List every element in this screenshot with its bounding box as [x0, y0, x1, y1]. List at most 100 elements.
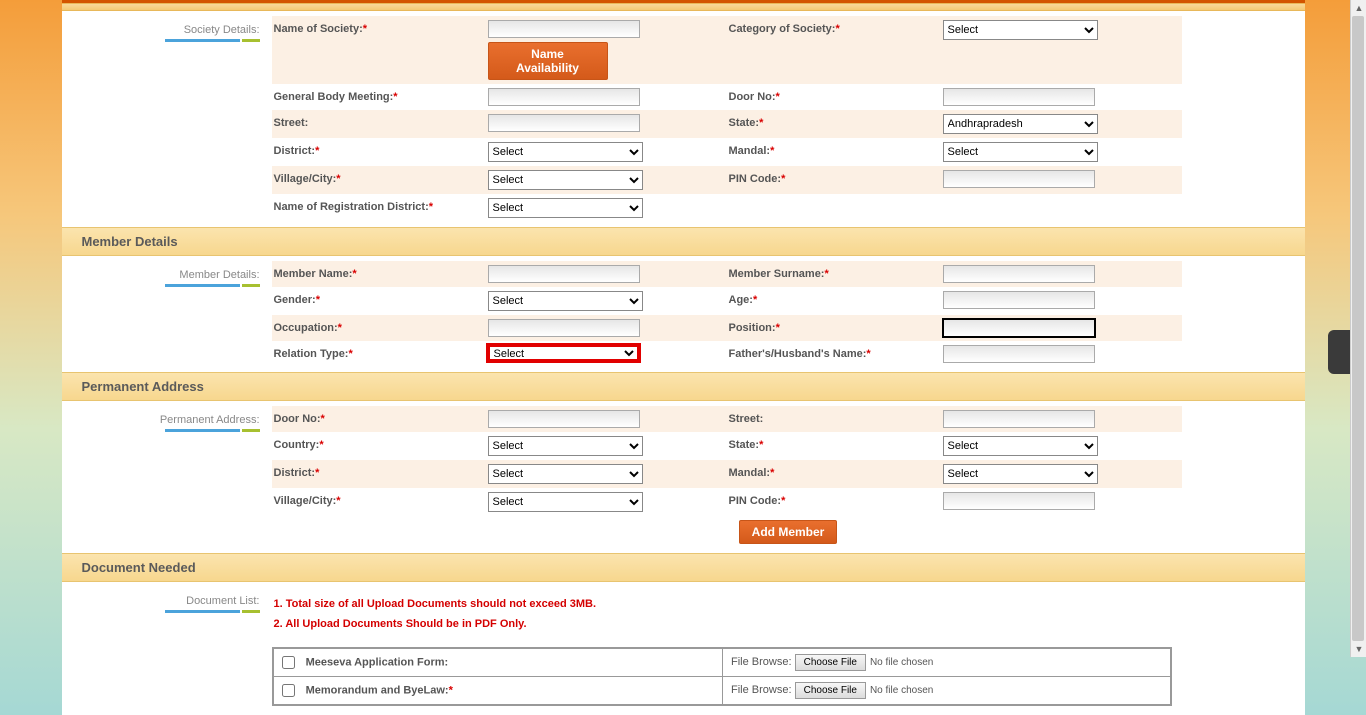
age-label: Age:*: [727, 287, 937, 315]
doc-row-2: Memorandum and ByeLaw:* File Browse: Cho…: [273, 676, 1171, 705]
content-area: Society Details: Name of Society:* Name …: [62, 3, 1305, 715]
street-input[interactable]: [488, 114, 640, 132]
doc-row-1: Meeseva Application Form: File Browse: C…: [273, 648, 1171, 677]
doc-label-meeseva: Meeseva Application Form:: [306, 656, 449, 668]
permanent-address-side-label: Permanent Address:: [62, 406, 272, 548]
village-city-select[interactable]: Select: [488, 170, 643, 190]
mandal-select[interactable]: Select: [943, 142, 1098, 162]
member-details-header: Member Details: [62, 227, 1305, 256]
gender-label: Gender:*: [272, 287, 482, 315]
scroll-down-arrow-icon[interactable]: ▼: [1351, 641, 1366, 657]
file-browse-label-1: File Browse:: [731, 656, 792, 668]
general-body-meeting-input[interactable]: [488, 88, 640, 106]
document-list-side-label: Document List:: [62, 587, 272, 710]
pa-pin-code-label: PIN Code:*: [727, 488, 937, 516]
state-label: State:*: [727, 110, 937, 138]
category-of-society-select[interactable]: Select: [943, 20, 1098, 40]
member-details-side-label: Member Details:: [62, 261, 272, 367]
doc-checkbox-meeseva[interactable]: [282, 656, 295, 669]
document-table: Meeseva Application Form: File Browse: C…: [272, 647, 1172, 706]
name-of-society-input[interactable]: [488, 20, 640, 38]
name-of-reg-district-label: Name of Registration District:*: [272, 194, 482, 222]
scroll-thumb[interactable]: [1352, 16, 1364, 641]
vertical-scrollbar[interactable]: ▲ ▼: [1350, 0, 1366, 657]
doc-checkbox-memorandum[interactable]: [282, 684, 295, 697]
member-name-input[interactable]: [488, 265, 640, 283]
pa-mandal-select[interactable]: Select: [943, 464, 1098, 484]
fathers-husbands-name-input[interactable]: [943, 345, 1095, 363]
pa-country-label: Country:*: [272, 432, 482, 460]
occupation-input[interactable]: [488, 319, 640, 337]
member-details-grid: Member Name:* Member Surname:* Gender:* …: [272, 261, 1305, 367]
position-input[interactable]: [943, 319, 1095, 337]
name-availability-button[interactable]: Name Availability: [488, 42, 608, 80]
pa-street-input[interactable]: [943, 410, 1095, 428]
society-details-grid: Name of Society:* Name Availability Cate…: [272, 16, 1305, 222]
pin-code-label: PIN Code:*: [727, 166, 937, 194]
side-underline-icon: [62, 39, 260, 43]
name-of-reg-district-select[interactable]: Select: [488, 198, 643, 218]
pa-state-select[interactable]: Select: [943, 436, 1098, 456]
member-name-label: Member Name:*: [272, 261, 482, 287]
side-underline-icon: [62, 610, 260, 614]
pa-street-label: Street:: [727, 406, 937, 432]
pa-district-label: District:*: [272, 460, 482, 488]
age-input[interactable]: [943, 291, 1095, 309]
permanent-address-grid: Door No:* Street: Country:* Select State…: [272, 406, 1305, 548]
file-browse-label-2: File Browse:: [731, 684, 792, 696]
gender-select[interactable]: Select: [488, 291, 643, 311]
permanent-address-header: Permanent Address: [62, 372, 1305, 401]
mandal-label: Mandal:*: [727, 138, 937, 166]
document-needed-section: Document List: 1. Total size of all Uplo…: [62, 582, 1305, 715]
district-label: District:*: [272, 138, 482, 166]
name-of-society-input-cell: Name Availability: [482, 16, 727, 84]
relation-type-select[interactable]: Select: [486, 343, 641, 363]
street-label: Street:: [272, 110, 482, 138]
district-select[interactable]: Select: [488, 142, 643, 162]
choose-file-button-1[interactable]: Choose File: [795, 654, 866, 671]
member-surname-input[interactable]: [943, 265, 1095, 283]
pa-state-label: State:*: [727, 432, 937, 460]
pa-village-city-label: Village/City:*: [272, 488, 482, 516]
society-details-thin-header: [62, 3, 1305, 11]
state-select[interactable]: Andhrapradesh: [943, 114, 1098, 134]
general-body-meeting-label: General Body Meeting:*: [272, 84, 482, 110]
village-city-label: Village/City:*: [272, 166, 482, 194]
occupation-label: Occupation:*: [272, 315, 482, 341]
pa-village-city-select[interactable]: Select: [488, 492, 643, 512]
doc-note-2: 2. All Upload Documents Should be in PDF…: [274, 615, 1303, 635]
document-needed-grid: 1. Total size of all Upload Documents sh…: [272, 587, 1305, 710]
society-details-side-label: Society Details:: [62, 16, 272, 222]
side-underline-icon: [62, 429, 260, 433]
pa-country-select[interactable]: Select: [488, 436, 643, 456]
add-member-button[interactable]: Add Member: [739, 520, 838, 544]
pa-mandal-label: Mandal:*: [727, 460, 937, 488]
name-of-society-label: Name of Society:*: [272, 16, 482, 84]
society-details-side-text: Society Details:: [184, 24, 260, 36]
member-surname-label: Member Surname:*: [727, 261, 937, 287]
door-no-input[interactable]: [943, 88, 1095, 106]
door-no-label: Door No:*: [727, 84, 937, 110]
society-details-section: Society Details: Name of Society:* Name …: [62, 11, 1305, 227]
position-label: Position:*: [727, 315, 937, 341]
pa-door-no-input[interactable]: [488, 410, 640, 428]
scroll-up-arrow-icon[interactable]: ▲: [1351, 0, 1366, 16]
pa-door-no-label: Door No:*: [272, 406, 482, 432]
relation-type-label: Relation Type:*: [272, 341, 482, 367]
fathers-husbands-name-label: Father's/Husband's Name:*: [727, 341, 937, 367]
choose-file-button-2[interactable]: Choose File: [795, 682, 866, 699]
side-underline-icon: [62, 284, 260, 288]
doc-label-memorandum: Memorandum and ByeLaw:: [306, 684, 449, 696]
document-notes: 1. Total size of all Upload Documents sh…: [272, 587, 1305, 643]
file-status-2: No file chosen: [870, 685, 933, 696]
side-tab-handle[interactable]: [1328, 330, 1350, 374]
page-wrapper: Society Details: Name of Society:* Name …: [62, 0, 1305, 715]
permanent-address-section: Permanent Address: Door No:* Street: Cou…: [62, 401, 1305, 553]
document-needed-header: Document Needed: [62, 553, 1305, 582]
add-member-row: Add Member: [272, 516, 1305, 548]
member-details-section: Member Details: Member Name:* Member Sur…: [62, 256, 1305, 372]
pa-district-select[interactable]: Select: [488, 464, 643, 484]
doc-note-1: 1. Total size of all Upload Documents sh…: [274, 595, 1303, 615]
pa-pin-code-input[interactable]: [943, 492, 1095, 510]
pin-code-input[interactable]: [943, 170, 1095, 188]
